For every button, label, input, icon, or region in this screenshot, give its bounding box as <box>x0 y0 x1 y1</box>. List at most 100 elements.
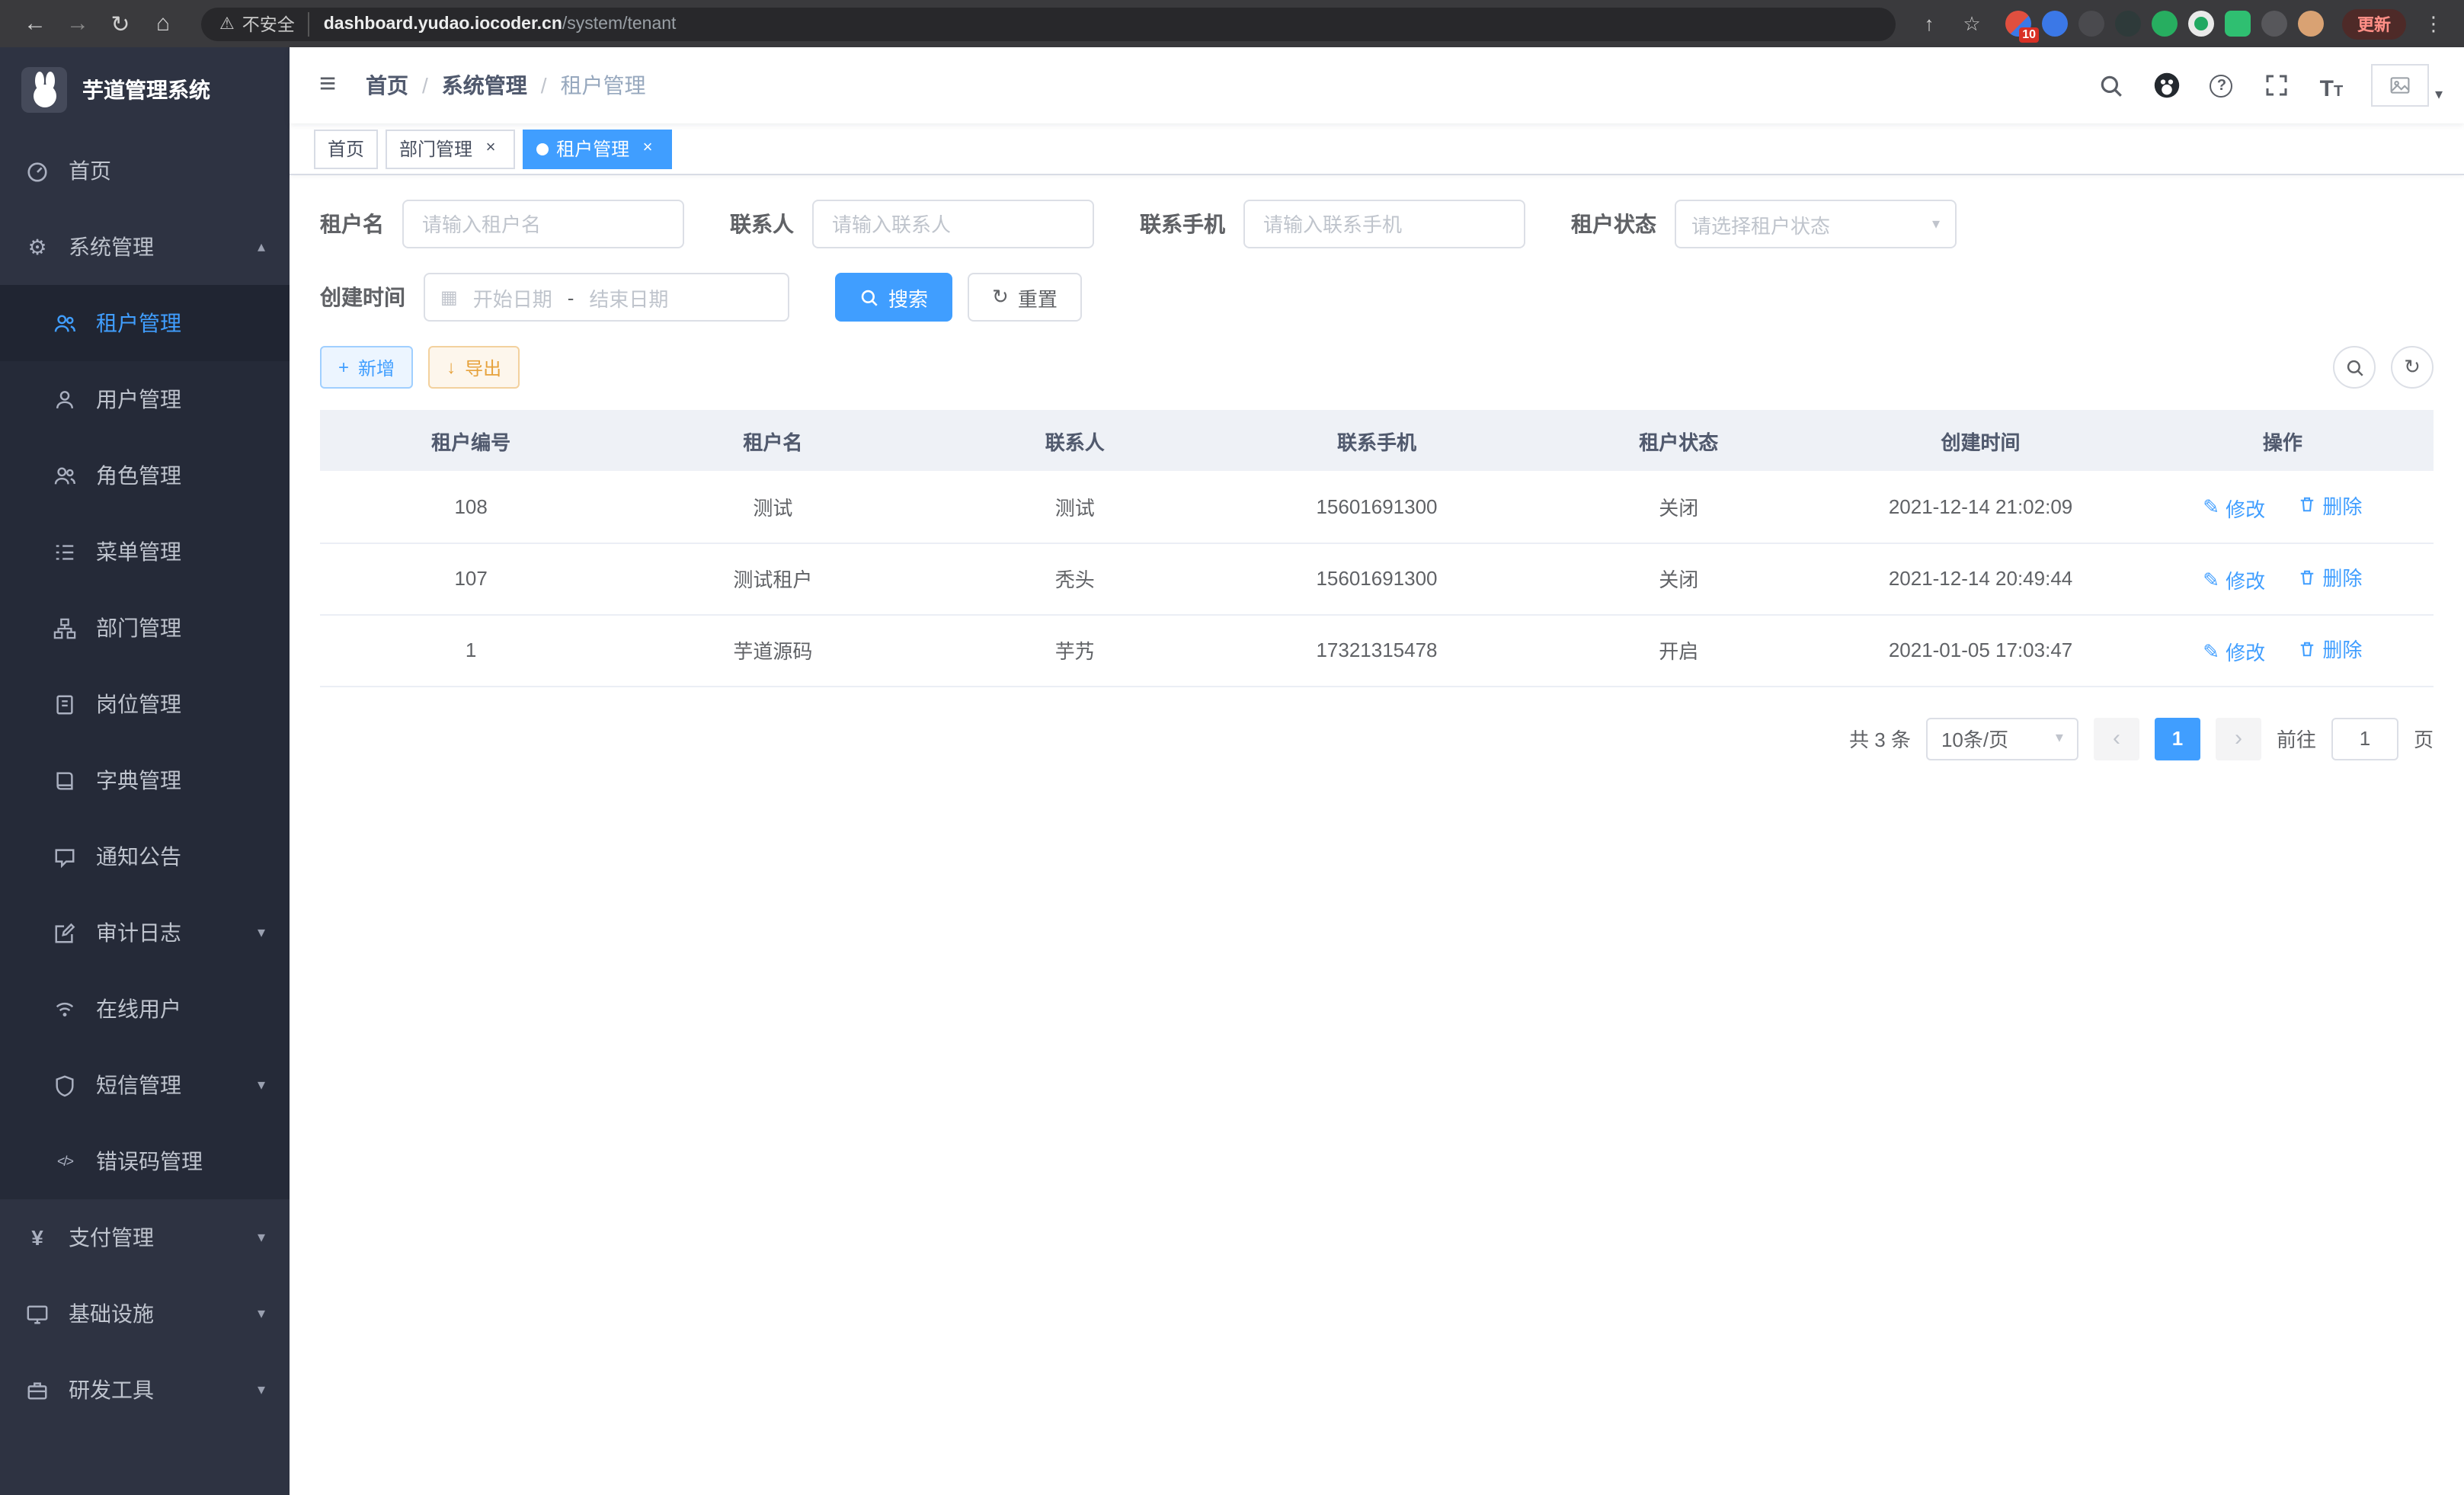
breadcrumb-home[interactable]: 首页 <box>366 70 408 101</box>
extension-icon-3[interactable] <box>2078 11 2104 37</box>
sidebar: 芋道管理系统 首页 ⚙ 系统管理 ▴ 租户管理 用户管理 <box>0 47 290 1495</box>
breadcrumb-system[interactable]: 系统管理 <box>442 70 527 101</box>
font-size-small-glyph: T <box>2334 85 2343 101</box>
browser-forward-button[interactable]: → <box>58 5 98 42</box>
cell-created: 2021-01-05 17:03:47 <box>1829 614 2131 686</box>
sidebar-item-tenant[interactable]: 租户管理 <box>0 285 290 361</box>
date-range-picker[interactable]: ▦ 开始日期 - 结束日期 <box>424 273 789 322</box>
add-button[interactable]: + 新增 <box>320 346 413 389</box>
chevron-down-icon: ▾ <box>258 1381 265 1398</box>
cell-status: 关闭 <box>1528 543 1829 614</box>
extension-icon-1[interactable]: 10 <box>2005 11 2031 37</box>
col-tenant-id: 租户编号 <box>320 410 622 471</box>
extensions-puzzle-icon[interactable] <box>2261 11 2287 37</box>
col-status: 租户状态 <box>1528 410 1829 471</box>
sidebar-item-notice[interactable]: 通知公告 <box>0 818 290 895</box>
sidebar-item-audit-log[interactable]: 审计日志 ▾ <box>0 895 290 971</box>
sidebar-item-label: 审计日志 <box>96 917 181 948</box>
table-row[interactable]: 108 测试 测试 15601691300 关闭 2021-12-14 21:0… <box>320 471 2434 543</box>
extension-icon-4[interactable] <box>2115 11 2141 37</box>
edit-link[interactable]: ✎修改 <box>2203 565 2265 594</box>
refresh-table-button[interactable]: ↻ <box>2391 346 2434 389</box>
page-number-1[interactable]: 1 <box>2155 717 2200 760</box>
next-page-button[interactable]: › <box>2216 717 2261 760</box>
font-size-icon[interactable]: TT <box>2316 70 2347 101</box>
browser-back-button[interactable]: ← <box>15 5 55 42</box>
phone-input[interactable] <box>1243 200 1525 248</box>
browser-menu-icon[interactable]: ⋮ <box>2418 11 2449 36</box>
fullscreen-icon[interactable] <box>2261 70 2292 101</box>
sidebar-item-error-code[interactable]: </> 错误码管理 <box>0 1123 290 1199</box>
share-icon[interactable]: ↑ <box>1914 12 1944 35</box>
edit-icon: ✎ <box>2203 568 2219 592</box>
sidebar-item-home[interactable]: 首页 <box>0 133 290 209</box>
filter-label: 租户状态 <box>1571 209 1656 239</box>
delete-link[interactable]: 删除 <box>2298 634 2362 663</box>
extension-icon-6[interactable] <box>2188 11 2214 37</box>
download-icon: ↓ <box>446 357 456 378</box>
page-size-select[interactable]: 10条/页 ▾ <box>1926 717 2078 760</box>
roles-icon <box>52 464 78 487</box>
delete-label: 删除 <box>2322 562 2362 591</box>
export-button[interactable]: ↓ 导出 <box>428 346 520 389</box>
search-button[interactable]: 搜索 <box>835 273 952 322</box>
github-icon[interactable] <box>2152 70 2182 101</box>
browser-profile-avatar[interactable] <box>2298 11 2324 37</box>
sidebar-item-role[interactable]: 角色管理 <box>0 437 290 514</box>
main-area: ≡ 首页 / 系统管理 / 租户管理 ? TT ▾ <box>290 47 2464 1495</box>
edit-label: 修改 <box>2226 637 2265 666</box>
sidebar-item-post[interactable]: 岗位管理 <box>0 666 290 742</box>
sidebar-item-infrastructure[interactable]: 基础设施 ▾ <box>0 1276 290 1352</box>
extension-icon-2[interactable] <box>2042 11 2068 37</box>
breadcrumb-separator: / <box>541 73 547 98</box>
cell-contact: 测试 <box>924 471 1226 543</box>
cell-actions: ✎修改 删除 <box>2132 614 2434 686</box>
sidebar-item-online-users[interactable]: 在线用户 <box>0 971 290 1047</box>
status-select[interactable]: 请选择租户状态 ▾ <box>1675 200 1957 248</box>
edit-log-icon <box>52 921 78 944</box>
browser-home-button[interactable]: ⌂ <box>143 5 183 42</box>
filter-phone: 联系手机 <box>1140 200 1525 248</box>
edit-link[interactable]: ✎修改 <box>2203 494 2265 523</box>
tab-dept[interactable]: 部门管理 × <box>386 129 515 168</box>
sidebar-item-menu[interactable]: 菜单管理 <box>0 514 290 590</box>
sidebar-item-dept[interactable]: 部门管理 <box>0 590 290 666</box>
extension-icon-5[interactable] <box>2152 11 2178 37</box>
delete-label: 删除 <box>2322 491 2362 520</box>
edit-link[interactable]: ✎修改 <box>2203 637 2265 666</box>
delete-link[interactable]: 删除 <box>2298 491 2362 520</box>
bookmark-star-icon[interactable]: ☆ <box>1957 11 1987 36</box>
delete-link[interactable]: 删除 <box>2298 562 2362 591</box>
tab-close-icon[interactable]: × <box>480 138 501 159</box>
tenant-name-input[interactable] <box>402 200 684 248</box>
tab-tenant[interactable]: 租户管理 × <box>523 129 672 168</box>
table-row[interactable]: 1 芋道源码 芋艿 17321315478 开启 2021-01-05 17:0… <box>320 614 2434 686</box>
address-bar[interactable]: ⚠ 不安全 dashboard.yudao.iocoder.cn /system… <box>201 7 1896 40</box>
contact-input[interactable] <box>812 200 1094 248</box>
sidebar-logo-row[interactable]: 芋道管理系统 <box>0 47 290 133</box>
tab-home[interactable]: 首页 <box>314 129 378 168</box>
browser-update-button[interactable]: 更新 <box>2342 8 2406 39</box>
sidebar-toggle-icon[interactable]: ≡ <box>290 47 366 123</box>
extension-icon-7[interactable] <box>2225 11 2251 37</box>
sidebar-item-sms[interactable]: 短信管理 ▾ <box>0 1047 290 1123</box>
toggle-search-button[interactable] <box>2333 346 2376 389</box>
cell-contact: 秃头 <box>924 543 1226 614</box>
help-icon[interactable]: ? <box>2206 70 2237 101</box>
reset-button[interactable]: ↻ 重置 <box>968 273 1082 322</box>
sidebar-item-user[interactable]: 用户管理 <box>0 361 290 437</box>
search-icon[interactable] <box>2097 70 2127 101</box>
browser-reload-button[interactable]: ↻ <box>101 5 140 42</box>
user-avatar-menu[interactable]: ▾ <box>2371 64 2443 107</box>
sidebar-item-dev-tools[interactable]: 研发工具 ▾ <box>0 1352 290 1428</box>
sidebar-item-payment[interactable]: ¥ 支付管理 ▾ <box>0 1199 290 1276</box>
filter-create-time: 创建时间 ▦ 开始日期 - 结束日期 <box>320 273 789 322</box>
table-row[interactable]: 107 测试租户 秃头 15601691300 关闭 2021-12-14 20… <box>320 543 2434 614</box>
sidebar-item-label: 部门管理 <box>96 613 181 643</box>
security-indicator[interactable]: ⚠ 不安全 <box>219 11 310 36</box>
goto-page-input[interactable] <box>2331 717 2398 760</box>
tab-close-icon[interactable]: × <box>637 138 658 159</box>
sidebar-item-system[interactable]: ⚙ 系统管理 ▴ <box>0 209 290 285</box>
prev-page-button[interactable]: ‹ <box>2094 717 2139 760</box>
sidebar-item-dict[interactable]: 字典管理 <box>0 742 290 818</box>
